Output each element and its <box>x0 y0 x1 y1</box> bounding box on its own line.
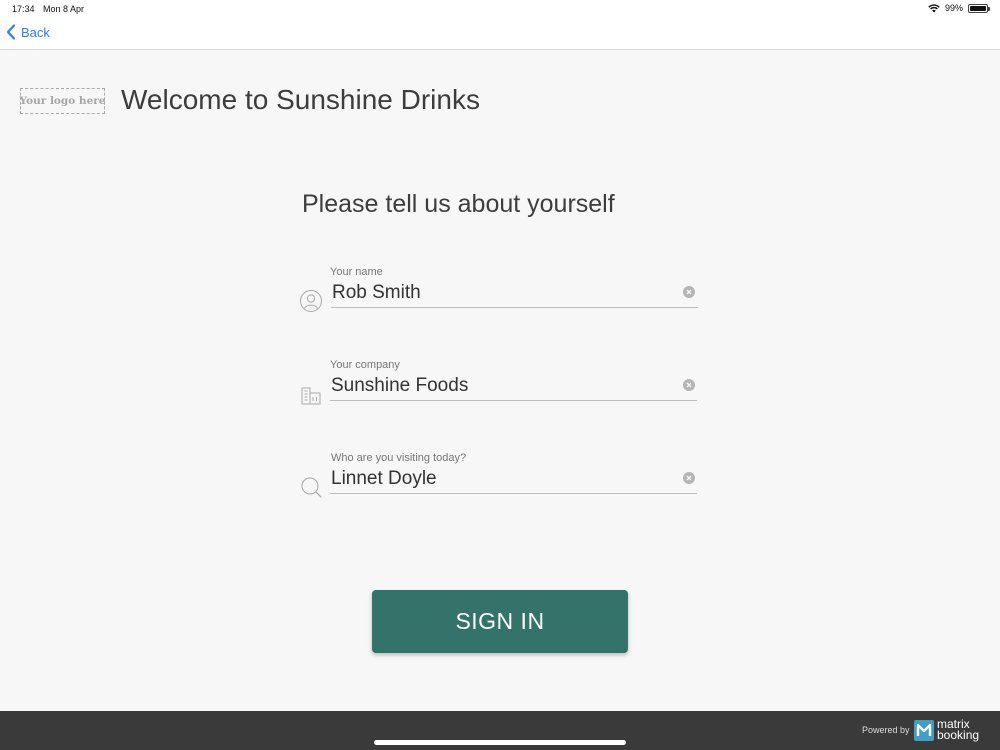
company-field: Your company <box>298 359 700 439</box>
name-field: Your name <box>298 266 700 346</box>
host-input[interactable] <box>330 468 697 494</box>
back-label: Back <box>21 24 50 40</box>
back-button[interactable]: Back <box>6 24 50 40</box>
brand-line-2: booking <box>937 728 980 742</box>
host-label: Who are you visiting today? <box>331 452 467 464</box>
status-bar: 17:34 Mon 8 Apr 99% <box>0 0 1000 18</box>
person-icon <box>300 290 322 312</box>
building-icon <box>301 387 321 405</box>
battery-percentage: 99% <box>944 3 963 13</box>
wifi-icon <box>928 3 940 12</box>
form-title: Please tell us about yourself <box>302 190 615 218</box>
name-input[interactable] <box>331 282 698 308</box>
chevron-left-icon <box>6 24 16 40</box>
search-icon <box>301 477 322 498</box>
clear-company-button[interactable] <box>683 379 695 391</box>
clear-icon <box>686 382 692 388</box>
company-input[interactable] <box>330 375 697 401</box>
host-field: Who are you visiting today? <box>298 452 700 532</box>
logo-placeholder: Your logo here <box>20 88 105 114</box>
navigation-bar: Back <box>0 18 1000 50</box>
matrix-booking-logo-icon <box>914 720 934 741</box>
status-right: 99% <box>928 3 990 13</box>
page-title: Welcome to Sunshine Drinks <box>121 84 480 115</box>
clear-icon <box>686 475 692 481</box>
clear-icon <box>686 289 692 295</box>
powered-by-label: Powered by <box>862 725 910 735</box>
home-indicator[interactable] <box>374 740 626 745</box>
brand-name: matrix booking <box>937 718 980 742</box>
company-label: Your company <box>330 359 400 371</box>
status-time: 17:34 <box>12 4 35 14</box>
sign-in-button[interactable]: SIGN IN <box>372 590 628 653</box>
battery-icon <box>968 3 990 13</box>
name-label: Your name <box>330 266 383 278</box>
clear-name-button[interactable] <box>683 286 695 298</box>
status-date: Mon 8 Apr <box>43 4 85 14</box>
clear-host-button[interactable] <box>683 472 695 484</box>
